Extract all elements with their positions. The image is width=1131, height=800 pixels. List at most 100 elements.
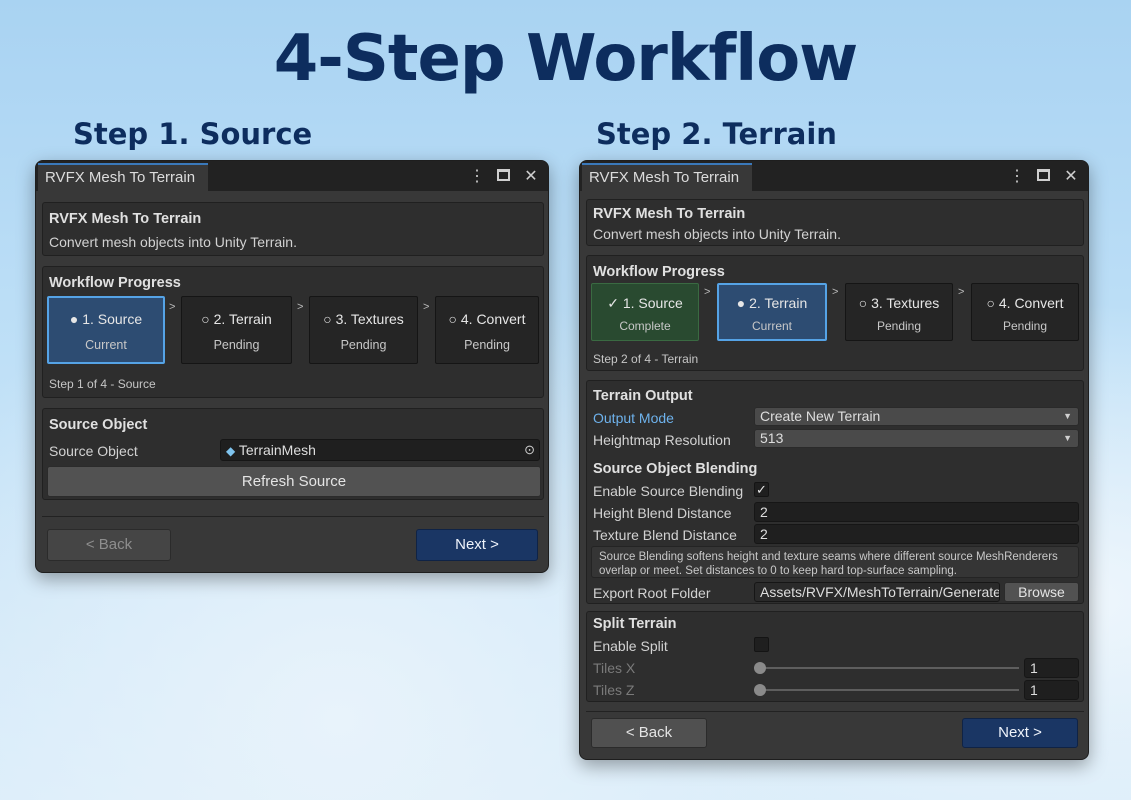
step-terrain[interactable]: ● 2. Terrain Current <box>717 283 827 341</box>
step-2-heading: Step 2. Terrain <box>596 117 837 151</box>
chevron-right-icon: > <box>169 301 176 313</box>
chevron-right-icon: > <box>958 286 965 298</box>
step-status: Pending <box>213 338 260 352</box>
workflow-title: Workflow Progress <box>593 264 725 280</box>
step-status: Pending <box>340 338 387 352</box>
output-mode-dropdown[interactable]: Create New Terrain ▼ <box>754 407 1079 426</box>
close-icon[interactable]: ✕ <box>524 166 538 186</box>
source-object-field[interactable]: ◆ TerrainMesh ⊙ <box>220 439 540 461</box>
output-mode-label: Output Mode <box>593 410 674 426</box>
heightmap-resolution-label: Heightmap Resolution <box>593 432 731 448</box>
back-button[interactable]: < Back <box>47 529 171 561</box>
right-editor-window: RVFX Mesh To Terrain ⋮ ✕ RVFX Mesh To Te… <box>579 160 1089 760</box>
left-header-section: RVFX Mesh To Terrain Convert mesh object… <box>42 202 544 256</box>
tiles-x-input[interactable]: 1 <box>1024 658 1079 678</box>
tool-description: Convert mesh objects into Unity Terrain. <box>49 234 297 250</box>
step-textures[interactable]: ○ 3. Textures Pending <box>845 283 953 341</box>
step-terrain[interactable]: ○ 2. Terrain Pending <box>181 296 292 364</box>
step-caption: Step 1 of 4 - Source <box>49 377 156 391</box>
texture-blend-label: Texture Blend Distance <box>593 527 737 543</box>
pending-marker-icon: ○ <box>858 295 868 311</box>
current-marker-icon: ● <box>69 311 79 327</box>
height-blend-input[interactable]: 2 <box>754 502 1079 522</box>
pending-marker-icon: ○ <box>448 311 457 327</box>
more-options-icon[interactable]: ⋮ <box>1009 166 1025 186</box>
step-source[interactable]: ● 1. Source Current <box>47 296 165 364</box>
step-convert[interactable]: ○ 4. Convert Pending <box>971 283 1079 341</box>
page-title: 4-Step Workflow <box>273 22 859 96</box>
enable-blending-checkbox[interactable]: ✓ <box>754 482 769 497</box>
maximize-icon[interactable] <box>497 169 510 181</box>
terrain-output-section: Terrain Output Output Mode Create New Te… <box>586 380 1084 604</box>
check-icon: ✓ <box>607 295 619 311</box>
right-titlebar: RVFX Mesh To Terrain ⋮ ✕ <box>580 161 1088 191</box>
pending-marker-icon: ○ <box>323 311 332 327</box>
left-window-tab[interactable]: RVFX Mesh To Terrain <box>38 163 208 191</box>
pending-marker-icon: ○ <box>986 295 995 311</box>
next-button[interactable]: Next > <box>962 718 1078 748</box>
texture-blend-input[interactable]: 2 <box>754 524 1079 544</box>
tool-title: RVFX Mesh To Terrain <box>593 206 746 222</box>
close-icon[interactable]: ✕ <box>1064 166 1078 186</box>
step-label: 4. Convert <box>998 295 1064 311</box>
browse-button[interactable]: Browse <box>1004 582 1079 602</box>
split-terrain-section: Split Terrain Enable Split Tiles X 1 Til… <box>586 611 1084 702</box>
next-button[interactable]: Next > <box>416 529 538 561</box>
tiles-z-input[interactable]: 1 <box>1024 680 1079 700</box>
enable-split-checkbox[interactable] <box>754 637 769 652</box>
source-object-label: Source Object <box>49 443 138 459</box>
current-marker-icon: ● <box>736 295 746 311</box>
refresh-source-button[interactable]: Refresh Source <box>47 466 541 497</box>
tiles-z-slider[interactable] <box>759 689 1019 691</box>
step-status: Pending <box>464 338 510 352</box>
blending-help-box: Source Blending softens height and textu… <box>591 546 1079 578</box>
left-titlebar: RVFX Mesh To Terrain ⋮ ✕ <box>36 161 548 191</box>
mesh-cube-icon: ◆ <box>226 444 236 458</box>
step-convert[interactable]: ○ 4. Convert Pending <box>435 296 539 364</box>
tiles-x-label: Tiles X <box>593 660 636 676</box>
step-status: Pending <box>876 319 922 333</box>
step-1-heading: Step 1. Source <box>73 117 313 151</box>
right-window-tab[interactable]: RVFX Mesh To Terrain <box>582 163 752 191</box>
step-label: 3. Textures <box>871 295 940 311</box>
enable-split-label: Enable Split <box>593 638 668 654</box>
step-label: 1. Source <box>622 295 683 311</box>
step-status: Current <box>751 319 792 333</box>
step-label: 3. Textures <box>335 311 404 327</box>
step-source[interactable]: ✓ 1. Source Complete <box>591 283 699 341</box>
export-folder-label: Export Root Folder <box>593 585 711 601</box>
step-status: Current <box>85 338 127 352</box>
step-label: 2. Terrain <box>749 295 808 311</box>
step-textures[interactable]: ○ 3. Textures Pending <box>309 296 418 364</box>
left-workflow-section: Workflow Progress ● 1. Source Current > … <box>42 266 544 398</box>
chevron-right-icon: > <box>832 286 839 298</box>
height-blend-label: Height Blend Distance <box>593 505 732 521</box>
workflow-title: Workflow Progress <box>49 275 181 291</box>
more-options-icon[interactable]: ⋮ <box>469 166 485 186</box>
export-folder-input[interactable]: Assets/RVFX/MeshToTerrain/Generated <box>754 582 1000 602</box>
tool-description: Convert mesh objects into Unity Terrain. <box>593 226 841 242</box>
dropdown-arrow-icon: ▼ <box>1063 411 1072 421</box>
step-status: Pending <box>1002 319 1048 333</box>
source-object-section: Source Object Source Object ◆ TerrainMes… <box>42 408 544 500</box>
tiles-z-slider-handle[interactable] <box>754 684 766 696</box>
step-label: 1. Source <box>82 311 143 327</box>
source-object-value: TerrainMesh <box>238 442 316 458</box>
tiles-x-slider-handle[interactable] <box>754 662 766 674</box>
heightmap-resolution-dropdown[interactable]: 513 ▼ <box>754 429 1079 448</box>
step-label: 4. Convert <box>460 311 526 327</box>
right-header-section: RVFX Mesh To Terrain Convert mesh object… <box>586 199 1084 246</box>
step-caption: Step 2 of 4 - Terrain <box>593 352 699 366</box>
left-editor-window: RVFX Mesh To Terrain ⋮ ✕ RVFX Mesh To Te… <box>35 160 549 573</box>
object-picker-icon[interactable]: ⊙ <box>524 440 535 460</box>
step-status: Complete <box>619 319 671 333</box>
tiles-z-label: Tiles Z <box>593 682 635 698</box>
maximize-icon[interactable] <box>1037 169 1050 181</box>
tiles-x-slider[interactable] <box>759 667 1019 669</box>
blending-title: Source Object Blending <box>593 461 758 477</box>
step-label: 2. Terrain <box>213 311 272 327</box>
right-workflow-section: Workflow Progress ✓ 1. Source Complete >… <box>586 255 1084 371</box>
back-button[interactable]: < Back <box>591 718 707 748</box>
heightmap-resolution-value: 513 <box>760 430 784 446</box>
output-mode-value: Create New Terrain <box>760 408 881 424</box>
